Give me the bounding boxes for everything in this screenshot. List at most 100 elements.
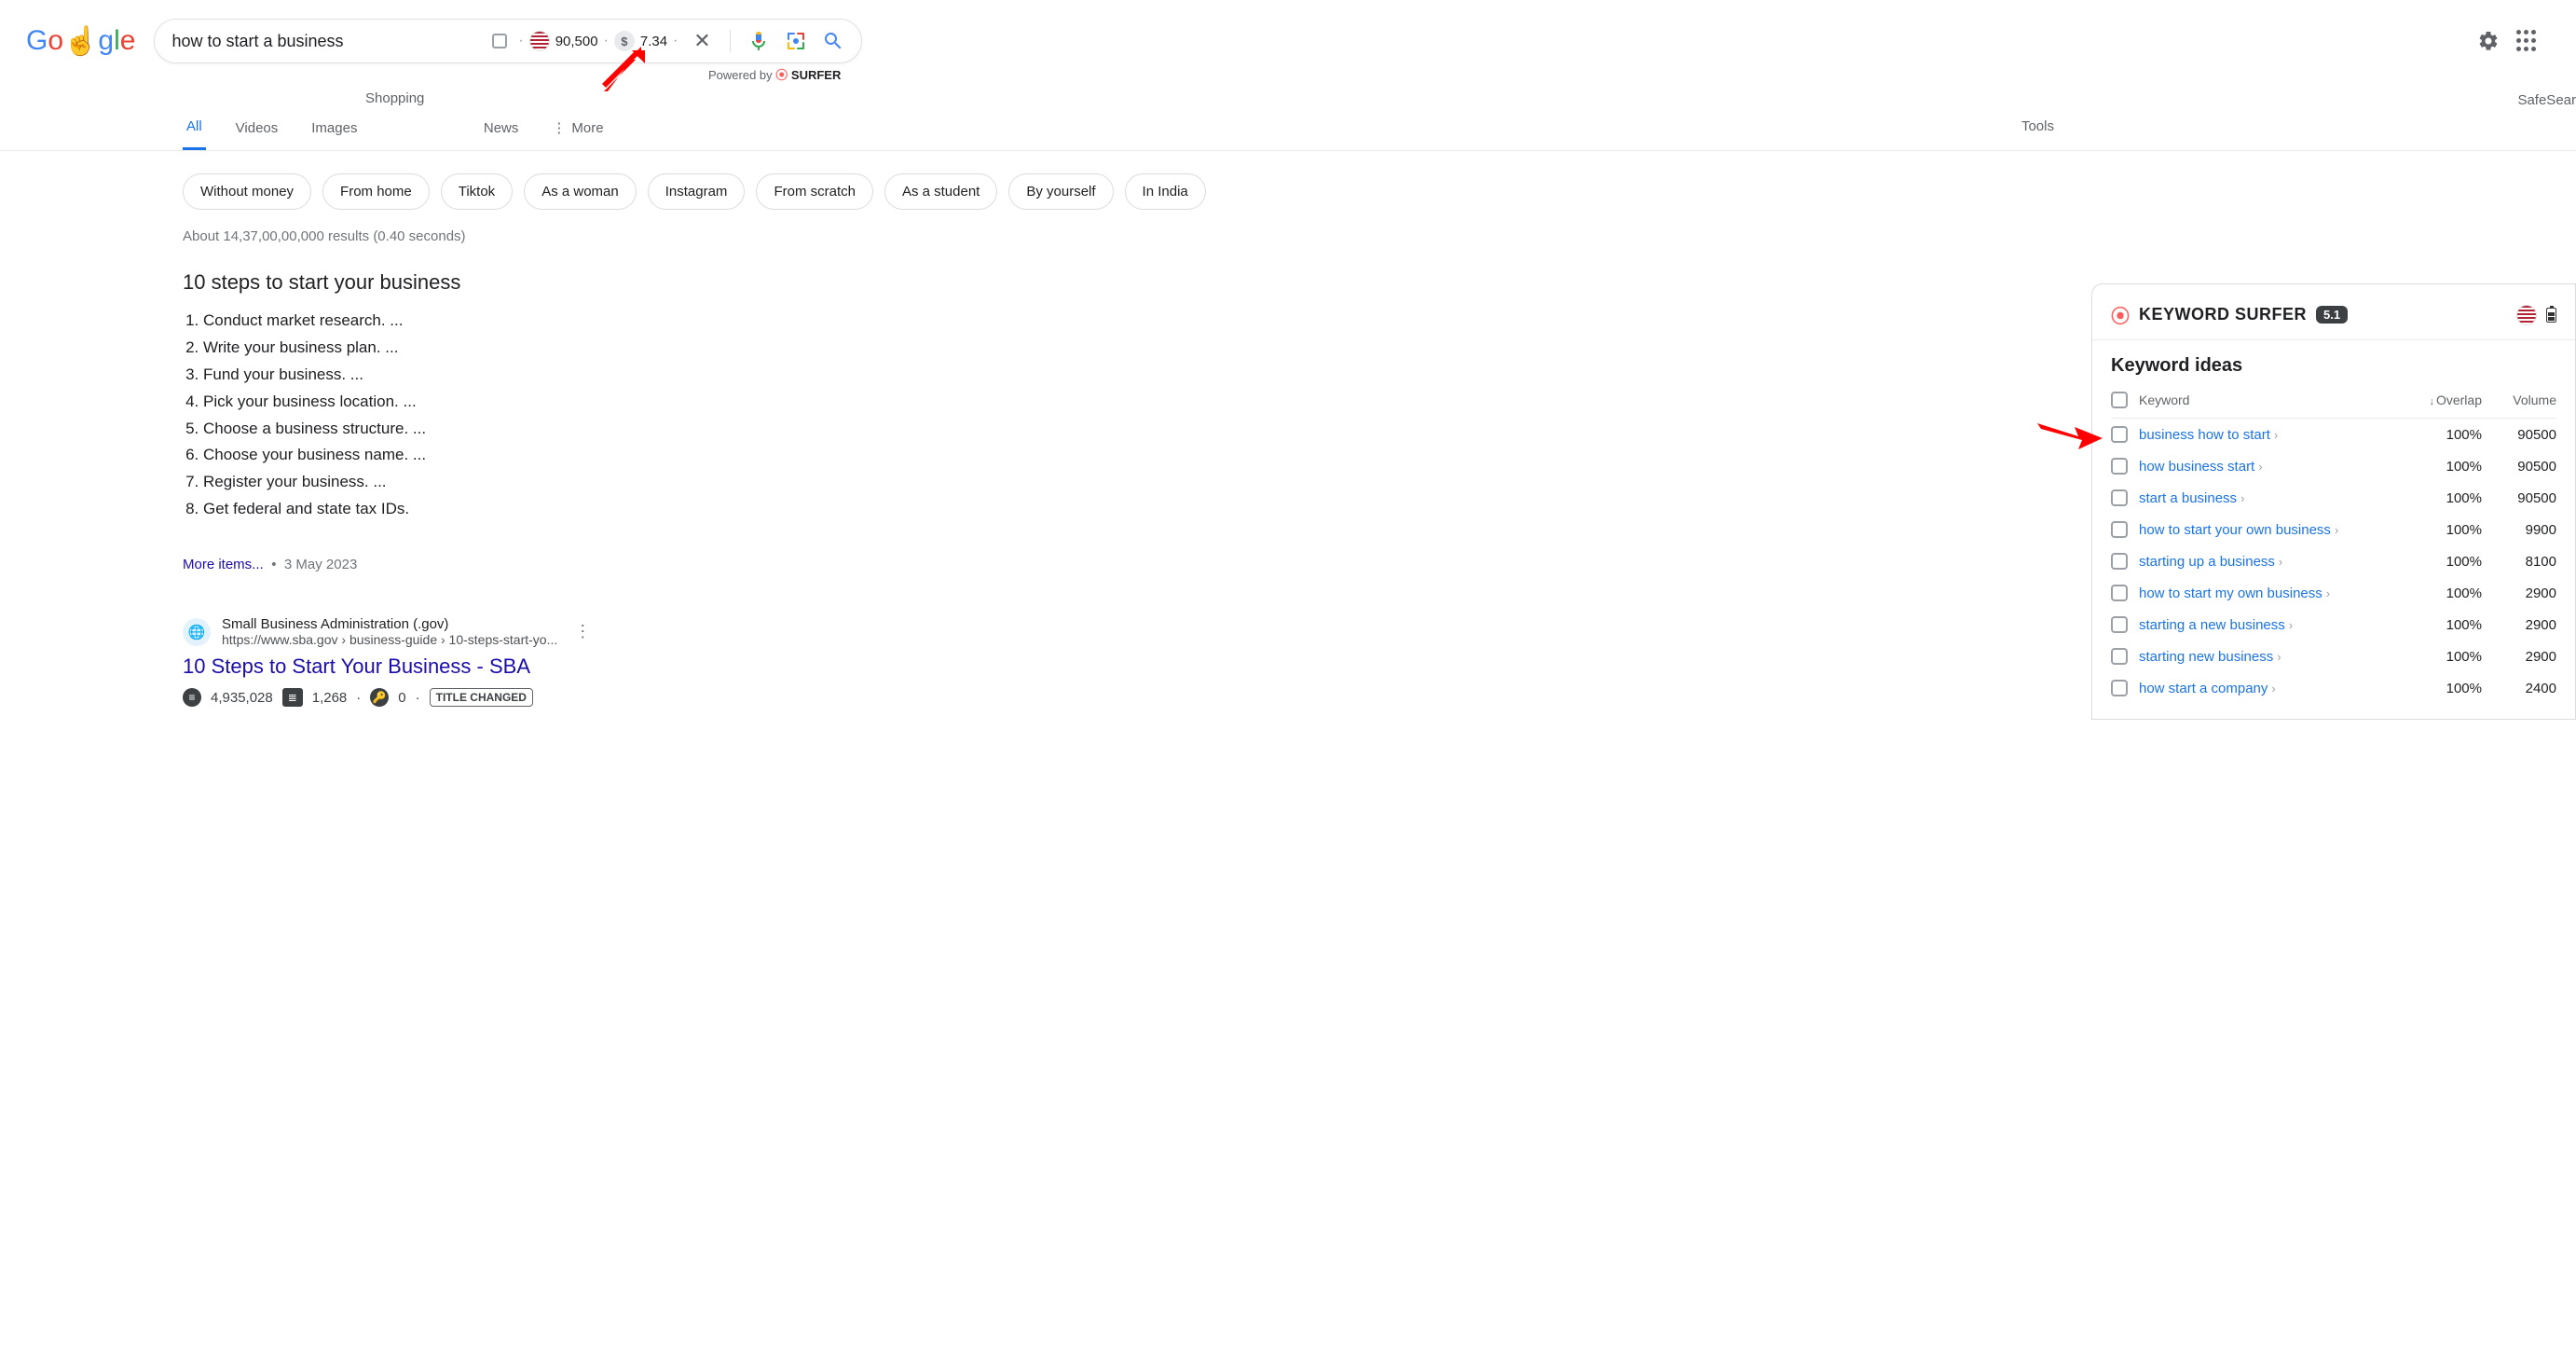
column-overlap[interactable]: ↓Overlap — [2407, 393, 2482, 407]
list-item: Choose your business name. ... — [203, 442, 895, 469]
search-volume: 90,500 — [555, 34, 598, 49]
traffic-icon: ≡ — [183, 688, 201, 707]
tab-videos[interactable]: Videos — [232, 111, 282, 149]
list-item: Get federal and state tax IDs. — [203, 496, 895, 523]
result-title-link[interactable]: 10 Steps to Start Your Business - SBA — [183, 654, 895, 679]
list-item: Conduct market research. ... — [203, 308, 895, 335]
credits-icon[interactable] — [2546, 308, 2556, 323]
keyword-checkbox[interactable] — [2111, 616, 2128, 633]
safesearch-label[interactable]: SafeSear — [2517, 92, 2576, 108]
us-flag-icon — [529, 31, 550, 51]
search-input[interactable] — [171, 32, 486, 51]
keyword-checkbox[interactable] — [2111, 553, 2128, 570]
column-volume[interactable]: Volume — [2482, 393, 2556, 407]
keyword-checkbox[interactable] — [2111, 489, 2128, 506]
search-icon[interactable] — [822, 30, 844, 52]
keyword-overlap: 100% — [2407, 585, 2482, 601]
keyword-checkbox[interactable] — [2111, 648, 2128, 665]
keyword-row: how start a company ›100%2400 — [2111, 672, 2556, 704]
keyword-volume: 2400 — [2482, 681, 2556, 696]
result-site-name: Small Business Administration (.gov) — [222, 616, 557, 632]
keyword-checkbox[interactable] — [2111, 585, 2128, 601]
keyword-volume: 90500 — [2482, 459, 2556, 475]
annotation-arrow — [2037, 410, 2103, 458]
chip[interactable]: By yourself — [1008, 173, 1113, 210]
tab-news[interactable]: News — [480, 111, 523, 149]
google-logo[interactable]: Go☝gle — [26, 25, 135, 58]
column-keyword[interactable]: Keyword — [2139, 393, 2407, 407]
result-traffic: 4,935,028 — [211, 690, 273, 706]
title-changed-badge: TITLE CHANGED — [430, 688, 533, 707]
chevron-right-icon: › — [2279, 555, 2282, 569]
us-flag-icon[interactable] — [2516, 305, 2537, 325]
keyword-volume: 8100 — [2482, 554, 2556, 570]
result-url: https://www.sba.gov › business-guide › 1… — [222, 632, 557, 647]
keyword-volume: 90500 — [2482, 490, 2556, 506]
keyword-overlap: 100% — [2407, 427, 2482, 443]
keyword-overlap: 100% — [2407, 554, 2482, 570]
keyword-link[interactable]: how business start › — [2139, 459, 2407, 475]
chip[interactable]: As a woman — [524, 173, 637, 210]
clear-icon[interactable]: ✕ — [691, 30, 713, 52]
list-item: Choose a business structure. ... — [203, 416, 895, 443]
chevron-right-icon: › — [2326, 586, 2330, 600]
search-bar: · 90,500 · $ 7.34 · ✕ — [154, 19, 862, 63]
tools-button[interactable]: Tools — [2021, 118, 2054, 134]
chevron-right-icon: › — [2277, 650, 2281, 664]
surfer-brand-label: KEYWORD SURFER — [2139, 305, 2307, 324]
chip[interactable]: As a student — [884, 173, 997, 210]
voice-search-icon[interactable] — [747, 30, 770, 52]
keyword-overlap: 100% — [2407, 459, 2482, 475]
chevron-right-icon: › — [2289, 618, 2293, 632]
keyword-volume: 2900 — [2482, 649, 2556, 665]
chip[interactable]: Without money — [183, 173, 311, 210]
more-items-link[interactable]: More items... — [183, 557, 264, 572]
keyword-checkbox[interactable] — [2111, 458, 2128, 475]
keyword-volume: 9900 — [2482, 522, 2556, 538]
keyword-link[interactable]: starting up a business › — [2139, 554, 2407, 570]
keyword-ideas-title: Keyword ideas — [2111, 355, 2556, 377]
keyword-checkbox[interactable] — [2111, 521, 2128, 538]
keyword-surfer-panel: ⦿ KEYWORD SURFER 5.1 Keyword ideas Keywo… — [2091, 283, 2576, 720]
chip[interactable]: From scratch — [756, 173, 873, 210]
keyword-volume: 2900 — [2482, 617, 2556, 633]
result-stats: About 14,37,00,00,000 results (0.40 seco… — [0, 228, 2576, 244]
keyword-link[interactable]: how to start my own business › — [2139, 585, 2407, 601]
list-item: Write your business plan. ... — [203, 335, 895, 362]
keyword-link[interactable]: how start a company › — [2139, 681, 2407, 696]
chip[interactable]: Instagram — [648, 173, 746, 210]
keyword-link[interactable]: business how to start › — [2139, 427, 2407, 443]
search-checkbox[interactable] — [492, 34, 507, 48]
result-more-icon[interactable]: ⋮ — [574, 622, 591, 641]
chip[interactable]: From home — [322, 173, 430, 210]
lens-search-icon[interactable] — [785, 30, 807, 52]
chip[interactable]: In India — [1125, 173, 1206, 210]
keyword-link[interactable]: start a business › — [2139, 490, 2407, 506]
settings-icon[interactable] — [2477, 30, 2500, 52]
keyword-row: how business start ›100%90500 — [2111, 450, 2556, 482]
chevron-right-icon: › — [2240, 491, 2244, 505]
apps-grid-icon[interactable] — [2516, 30, 2539, 52]
tab-shopping[interactable]: Shopping — [365, 90, 424, 106]
tab-all[interactable]: All — [183, 109, 206, 150]
keyword-overlap: 100% — [2407, 681, 2482, 696]
featured-snippet-title: 10 steps to start your business — [183, 270, 895, 295]
list-item: Register your business. ... — [203, 469, 895, 496]
tab-more[interactable]: ⋮More — [548, 110, 607, 149]
keyword-overlap: 100% — [2407, 649, 2482, 665]
keyword-row: starting up a business ›100%8100 — [2111, 545, 2556, 577]
keyword-link[interactable]: starting new business › — [2139, 649, 2407, 665]
keyword-checkbox[interactable] — [2111, 426, 2128, 443]
surfer-version-badge: 5.1 — [2316, 306, 2348, 324]
surfer-logo-icon: ⦿ — [2111, 301, 2130, 328]
keyword-checkbox[interactable] — [2111, 680, 2128, 696]
tab-images[interactable]: Images — [308, 111, 361, 149]
featured-date: • 3 May 2023 — [267, 557, 357, 572]
chevron-right-icon: › — [2271, 682, 2275, 696]
keyword-overlap: 100% — [2407, 617, 2482, 633]
select-all-checkbox[interactable] — [2111, 392, 2128, 408]
keyword-overlap: 100% — [2407, 490, 2482, 506]
keyword-link[interactable]: starting a new business › — [2139, 617, 2407, 633]
chip[interactable]: Tiktok — [441, 173, 513, 210]
keyword-link[interactable]: how to start your own business › — [2139, 522, 2407, 538]
